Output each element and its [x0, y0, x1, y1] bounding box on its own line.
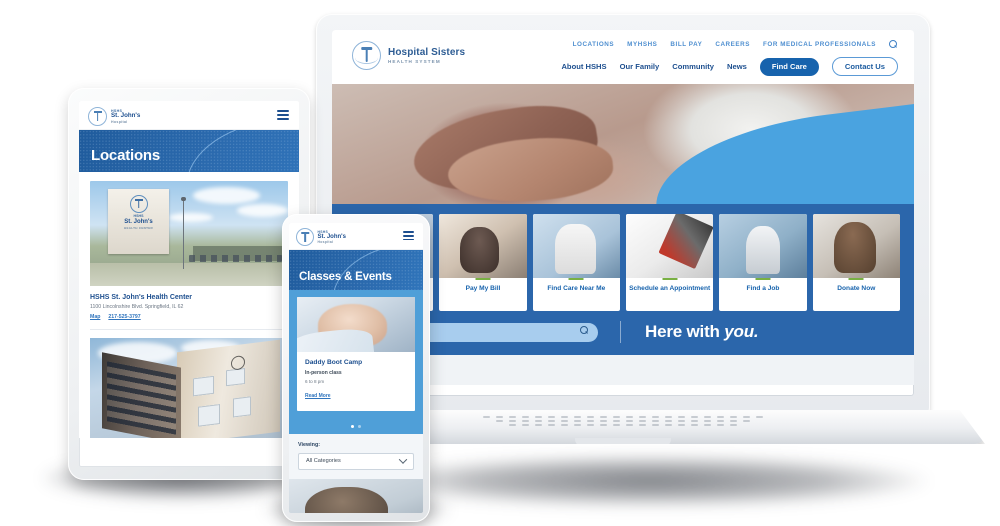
card-label: Find Care Near Me [547, 285, 606, 292]
card-label: Pay My Bill [465, 285, 501, 292]
sign-line-1: HSHS [133, 214, 144, 219]
girl-holding-cup-image [812, 214, 900, 278]
card-schedule-appointment[interactable]: Schedule an Appointment [625, 214, 714, 311]
event-title: Daddy Boot Camp [305, 359, 363, 366]
divider [90, 329, 288, 330]
contact-us-button[interactable]: Contact Us [831, 57, 898, 76]
main-nav: About HSHS Our Family Community News Fin… [561, 57, 898, 76]
search-icon[interactable] [889, 40, 898, 49]
card-label: Schedule an Appointment [629, 285, 711, 292]
map-link[interactable]: Map [90, 314, 100, 320]
hshs-cross-circle-logo [88, 107, 107, 126]
tagline-emphasis: you. [724, 321, 759, 341]
tagline-prefix: Here with [645, 321, 725, 341]
location-name: HSHS St. John's Health Center [90, 294, 193, 301]
nav-about-hshs[interactable]: About HSHS [561, 62, 606, 71]
devices-mockup-stage: Hospital Sisters HEALTH SYSTEM LOCATIONS… [0, 0, 1000, 526]
category-filter: Viewing: All Categories [289, 433, 423, 479]
st-johns-logo[interactable]: HSHS St. John's Hospital [88, 107, 140, 126]
healthcare-team-image [719, 214, 807, 278]
card-pay-my-bill[interactable]: Pay My Bill [439, 214, 527, 311]
nav-news[interactable]: News [727, 62, 747, 71]
location-links: Map 217-525-3797 [90, 314, 288, 320]
brand-tagline: HEALTH SYSTEM [388, 59, 441, 65]
calendar-with-pen-image [625, 214, 714, 278]
nav-locations[interactable]: LOCATIONS [573, 41, 615, 48]
nav-medical-professionals[interactable]: FOR MEDICAL PROFESSIONALS [763, 41, 876, 48]
brand-line-2: St. John's [111, 112, 141, 120]
event-card[interactable]: Daddy Boot Camp In-person class 6 to 8 p… [297, 297, 415, 411]
event-time: 6 to 8 pm [305, 378, 325, 384]
hshs-cross-circle-logo [352, 41, 381, 70]
brand-line-3: Hospital [111, 119, 128, 124]
card-find-care-near-me[interactable]: Find Care Near Me [532, 214, 620, 311]
nav-bill-pay[interactable]: BILL PAY [670, 41, 702, 48]
search-submit-icon[interactable] [580, 326, 589, 335]
tablet-page-body: HSHS St. John's HEALTH CENTER HSHS St. J… [79, 172, 299, 438]
carousel-dot-active[interactable] [350, 424, 354, 428]
tablet-site-header: HSHS St. John's Hospital [79, 101, 299, 130]
card-label: Donate Now [837, 285, 876, 292]
phone-site-header: HSHS St. John's Hospital [289, 223, 423, 250]
nav-myhshs[interactable]: MYHSHS [627, 41, 657, 48]
brand-line-2: St. John's [317, 233, 346, 240]
nav-careers[interactable]: CAREERS [715, 41, 750, 48]
tagline: Here with you. [645, 321, 759, 342]
brand-line-3: Hospital [317, 240, 334, 245]
utility-nav: LOCATIONS MYHSHS BILL PAY CAREERS FOR ME… [573, 40, 898, 49]
event-type: In-person class [305, 370, 342, 376]
hero-image [332, 84, 914, 204]
woman-at-desk-image [439, 214, 527, 278]
next-event-image-partial [289, 478, 423, 513]
phone-device: HSHS St. John's Hospital Classes & Event… [282, 214, 430, 522]
card-find-a-job[interactable]: Find a Job [719, 214, 807, 311]
read-more-link[interactable]: Read More [305, 393, 331, 399]
tablet-page-banner: Locations [79, 130, 299, 172]
tablet-device: HSHS St. John's Hospital Locations HSHS … [68, 88, 310, 480]
hshs-logo[interactable]: Hospital Sisters HEALTH SYSTEM [352, 41, 465, 70]
doctor-image [532, 214, 620, 278]
page-title: Classes & Events [299, 271, 392, 283]
newborn-baby-image [297, 297, 415, 352]
page-title: Locations [91, 147, 161, 164]
tablet-screen: HSHS St. John's Hospital Locations HSHS … [79, 101, 299, 467]
phone-page-banner: Classes & Events [289, 250, 423, 290]
find-care-button[interactable]: Find Care [759, 57, 819, 76]
events-carousel: Daddy Boot Camp In-person class 6 to 8 p… [289, 290, 423, 420]
card-label: Find a Job [746, 285, 780, 292]
st-johns-logo[interactable]: HSHS St. John's Hospital [296, 228, 346, 246]
location-address: 1100 Lincolnshire Blvd. Springfield, IL … [90, 304, 184, 310]
sign-line-2: St. John's [124, 218, 153, 225]
location-image-medical-building [90, 338, 288, 438]
carousel-dot[interactable] [358, 424, 362, 428]
hamburger-menu-icon[interactable] [277, 110, 289, 123]
brand-name: Hospital Sisters [388, 46, 466, 58]
phone-screen: HSHS St. John's Hospital Classes & Event… [289, 223, 423, 513]
nav-our-family[interactable]: Our Family [620, 62, 660, 71]
card-donate-now[interactable]: Donate Now [812, 214, 900, 311]
viewing-label: Viewing: [298, 441, 321, 448]
site-header: Hospital Sisters HEALTH SYSTEM LOCATIONS… [332, 30, 914, 84]
phone-link[interactable]: 217-525-3797 [108, 314, 140, 320]
location-image-st-johns-health-center: HSHS St. John's HEALTH CENTER [90, 181, 288, 286]
location-signage: HSHS St. John's HEALTH CENTER [107, 189, 170, 255]
category-select[interactable]: All Categories [298, 452, 414, 470]
sign-line-3: HEALTH CENTER [123, 225, 153, 230]
divider [620, 320, 621, 343]
hshs-cross-circle-logo [296, 228, 314, 246]
carousel-pagination-dots[interactable] [289, 419, 423, 434]
chevron-down-icon [398, 455, 408, 465]
hamburger-menu-icon[interactable] [403, 231, 414, 243]
nav-community[interactable]: Community [672, 62, 714, 71]
category-select-value: All Categories [306, 458, 341, 465]
